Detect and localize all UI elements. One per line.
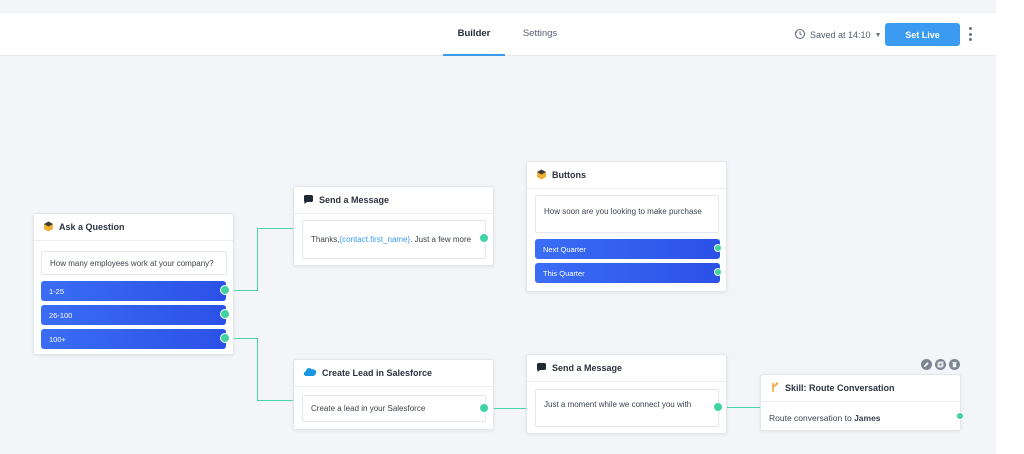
route-branch-icon xyxy=(770,381,780,395)
node-header: Ask a Question xyxy=(34,214,233,241)
bot-question-icon xyxy=(43,221,54,234)
output-port[interactable] xyxy=(220,333,230,343)
question-text-field[interactable]: How soon are you looking to make purchas… xyxy=(535,195,719,233)
question-text-field[interactable]: How many employees work at your company? xyxy=(41,251,227,275)
node-title: Ask a Question xyxy=(59,222,125,232)
chevron-down-icon: ▼ xyxy=(874,31,882,39)
message-text-field[interactable]: Just a moment while we connect you with xyxy=(535,389,719,427)
node-title: Skill: Route Conversation xyxy=(785,383,895,393)
salesforce-cloud-icon xyxy=(303,367,317,379)
connector-line xyxy=(257,400,293,401)
message-text: Thanks, xyxy=(311,235,340,244)
send-message-node[interactable]: Send a Message Just a moment while we co… xyxy=(526,354,727,434)
tab-builder[interactable]: Builder xyxy=(443,13,505,56)
variable-token: {contact.first_name} xyxy=(339,235,411,244)
output-port[interactable] xyxy=(956,412,964,420)
send-message-node[interactable]: Send a Message Thanks, {contact.first_na… xyxy=(293,186,494,266)
right-edge-panel xyxy=(996,0,1024,454)
output-port[interactable] xyxy=(220,309,230,319)
message-text-field[interactable]: Thanks, {contact.first_name}. Just a few… xyxy=(302,220,486,259)
buttons-node[interactable]: Buttons How soon are you looking to make… xyxy=(526,161,727,292)
node-header: Send a Message xyxy=(294,187,493,214)
output-port[interactable] xyxy=(479,403,489,413)
bot-question-icon xyxy=(536,169,547,182)
output-port[interactable] xyxy=(220,285,230,295)
chat-bubble-icon xyxy=(303,194,314,207)
agent-name: James xyxy=(854,413,881,423)
output-port[interactable] xyxy=(479,233,489,243)
more-options-icon[interactable] xyxy=(965,25,975,43)
node-header: Send a Message xyxy=(527,355,726,382)
output-port[interactable] xyxy=(714,268,722,276)
node-header: Skill: Route Conversation xyxy=(761,375,960,402)
saved-status-dropdown[interactable]: Saved at 14:10 ▼ xyxy=(794,27,882,43)
node-title: Buttons xyxy=(552,170,586,180)
connector-line xyxy=(257,338,258,401)
output-port[interactable] xyxy=(713,402,723,412)
option-button[interactable]: This Quarter xyxy=(535,263,720,283)
ask-question-node[interactable]: Ask a Question How many employees work a… xyxy=(33,213,234,355)
option-button[interactable]: 26-100 xyxy=(41,305,226,325)
duplicate-icon[interactable] xyxy=(935,359,946,370)
chat-bubble-icon xyxy=(536,362,547,375)
lead-description-field[interactable]: Create a lead in your Salesforce xyxy=(302,395,486,422)
option-button[interactable]: 1-25 xyxy=(41,281,226,301)
route-text: Route conversation to xyxy=(769,413,855,423)
delete-icon[interactable] xyxy=(949,359,960,370)
connector-line xyxy=(257,228,293,229)
connector-line xyxy=(257,228,258,291)
node-actions xyxy=(921,359,960,370)
route-conversation-node[interactable]: Skill: Route Conversation Route conversa… xyxy=(760,374,961,431)
option-button[interactable]: Next Quarter xyxy=(535,239,720,259)
tab-settings[interactable]: Settings xyxy=(512,13,568,56)
option-button[interactable]: 100+ xyxy=(41,329,226,349)
route-description: Route conversation to James xyxy=(769,413,881,423)
set-live-button[interactable]: Set Live xyxy=(885,23,960,46)
node-title: Send a Message xyxy=(552,363,623,373)
output-port[interactable] xyxy=(714,244,722,252)
node-title: Create Lead in Salesforce xyxy=(322,368,433,378)
node-header: Create Lead in Salesforce xyxy=(294,360,493,387)
saved-time-label: Saved at 14:10 xyxy=(810,30,871,40)
message-text: . Just a few more xyxy=(410,235,472,244)
history-clock-icon xyxy=(794,28,806,42)
top-toolbar: Builder Settings Saved at 14:10 ▼ Set Li… xyxy=(0,12,996,56)
edit-icon[interactable] xyxy=(921,359,932,370)
node-header: Buttons xyxy=(527,162,726,189)
node-title: Send a Message xyxy=(319,195,390,205)
create-lead-node[interactable]: Create Lead in Salesforce Create a lead … xyxy=(293,359,494,430)
